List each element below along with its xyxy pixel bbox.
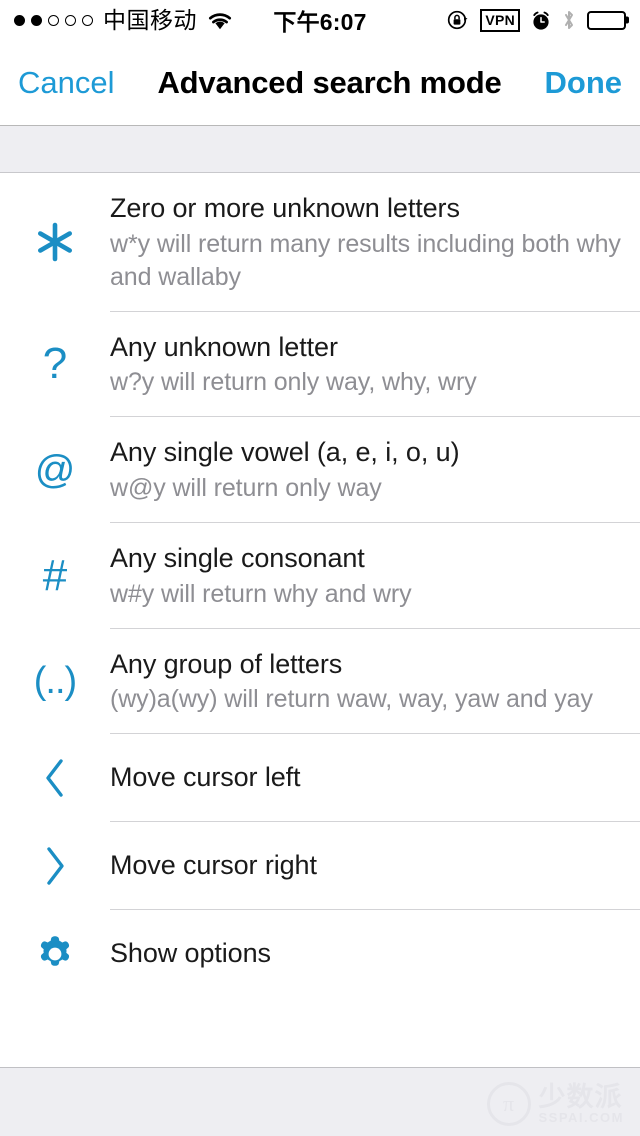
list-item-title: Move cursor right: [110, 850, 317, 881]
list-item-show-options[interactable]: Show options: [0, 910, 640, 999]
list-item-text: Zero or more unknown letters w*y will re…: [110, 173, 640, 312]
battery-icon: [587, 10, 626, 30]
list-item-text: Any single vowel (a, e, i, o, u) w@y wil…: [110, 417, 640, 523]
list-item-subtitle: w@y will return only way: [110, 473, 382, 502]
list-item-at-sign[interactable]: @ Any single vowel (a, e, i, o, u) w@y w…: [0, 417, 640, 523]
hash-icon: #: [42, 550, 68, 600]
section-header-band: [0, 126, 640, 173]
list-item-title: Zero or more unknown letters: [110, 193, 460, 223]
list-item-text: Show options: [110, 936, 640, 972]
chevron-right-icon: [0, 822, 110, 910]
watermark-cn: 少数派: [538, 1082, 623, 1112]
carrier-label: 中国移动: [103, 6, 197, 33]
gear-icon: [0, 910, 110, 998]
footer-band: π 少数派 SSPAI.COM: [0, 1067, 640, 1136]
asterisk-icon: [0, 173, 110, 312]
screen: 中国移动 下午6:07 VPN Cancel Advanced search m…: [0, 0, 640, 1136]
bluetooth-icon: [562, 9, 576, 31]
list-item-text: Any group of letters (wy)a(wy) will retu…: [110, 629, 640, 735]
list-item-title: Any group of letters: [110, 648, 343, 679]
group-parentheses-icon: (..): [33, 660, 77, 703]
chevron-left-icon: [0, 734, 110, 822]
list-item-title: Any single vowel (a, e, i, o, u): [110, 437, 460, 468]
rotation-lock-icon: [447, 9, 469, 31]
navigation-bar: Cancel Advanced search mode Done: [0, 40, 640, 126]
vpn-badge: VPN: [480, 8, 520, 32]
page-title: Advanced search mode: [157, 64, 502, 100]
alarm-clock-icon: [531, 10, 551, 31]
signal-strength-icon: [14, 14, 93, 26]
list-item-text: Move cursor left: [110, 760, 640, 796]
list-item-move-cursor-right[interactable]: Move cursor right: [0, 822, 640, 911]
list-item-subtitle: (wy)a(wy) will return waw, way, yaw and …: [110, 685, 593, 714]
list-item-title: Any unknown letter: [110, 331, 338, 362]
list-item-text: Any single consonant w#y will return why…: [110, 523, 640, 629]
list-item-title: Show options: [110, 938, 271, 969]
list-item-subtitle: w?y will return only way, why, wry: [110, 368, 477, 397]
wifi-icon: [207, 11, 233, 30]
list-item-subtitle: w*y will return many results including b…: [110, 229, 621, 291]
list-item-title: Any single consonant: [110, 542, 365, 573]
list-item-group-parentheses[interactable]: (..) Any group of letters (wy)a(wy) will…: [0, 628, 640, 735]
cancel-button[interactable]: Cancel: [18, 67, 115, 98]
list-item-text: Move cursor right: [110, 848, 640, 884]
list-item-asterisk[interactable]: Zero or more unknown letters w*y will re…: [0, 173, 640, 312]
watermark-en: SSPAI.COM: [538, 1110, 624, 1125]
watermark-pi-icon: π: [486, 1082, 531, 1126]
list-item-subtitle: w#y will return why and wry: [110, 579, 412, 608]
wildcard-help-list: Zero or more unknown letters w*y will re…: [0, 173, 640, 999]
watermark: π 少数派 SSPAI.COM: [486, 1082, 625, 1126]
status-bar: 中国移动 下午6:07 VPN: [0, 0, 640, 40]
list-item-title: Move cursor left: [110, 762, 301, 793]
list-item-hash[interactable]: # Any single consonant w#y will return w…: [0, 522, 640, 629]
done-button[interactable]: Done: [545, 67, 623, 98]
watermark-text: 少数派 SSPAI.COM: [538, 1082, 625, 1125]
list-item-move-cursor-left[interactable]: Move cursor left: [0, 734, 640, 823]
list-item-text: Any unknown letter w?y will return only …: [110, 312, 640, 418]
list-item-question-mark[interactable]: ? Any unknown letter w?y will return onl…: [0, 311, 640, 418]
question-mark-icon: ?: [42, 339, 68, 389]
status-bar-right: VPN: [447, 8, 626, 32]
status-bar-left: 中国移动: [14, 6, 233, 33]
at-sign-icon: @: [34, 448, 76, 493]
